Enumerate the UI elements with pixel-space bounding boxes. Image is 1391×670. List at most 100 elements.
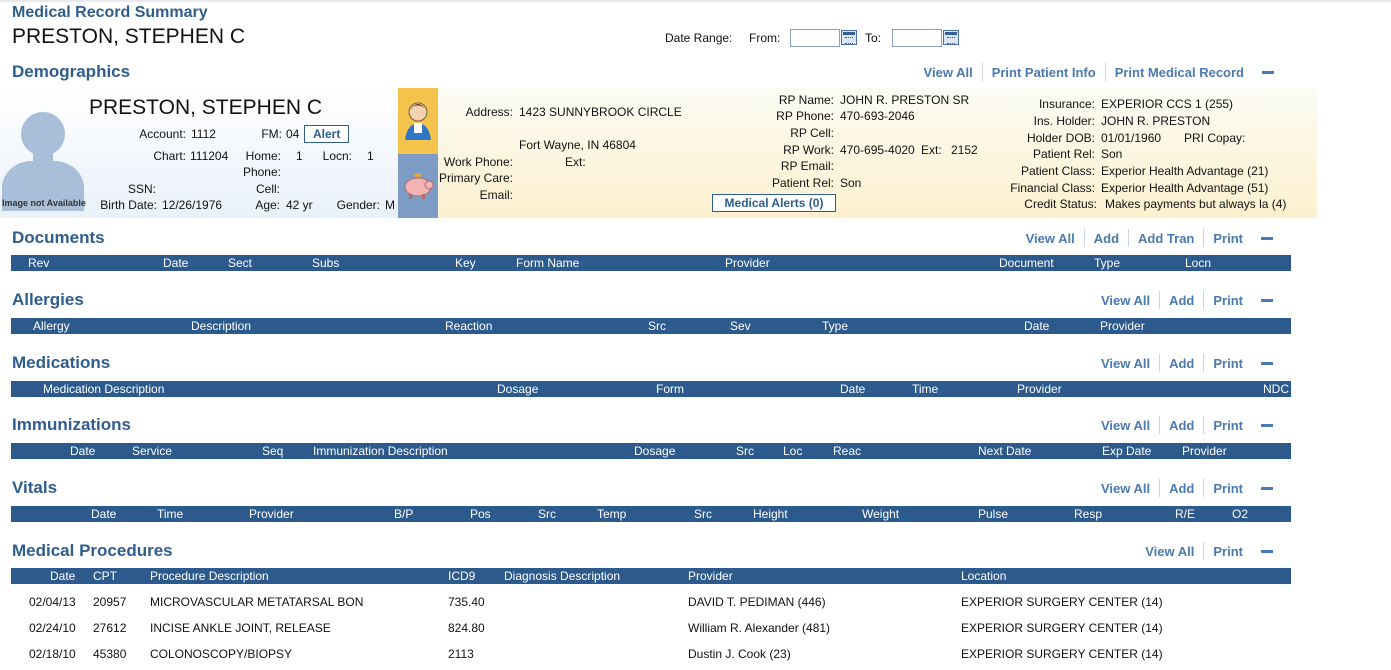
column-header[interactable]: Sect bbox=[228, 256, 252, 270]
column-header[interactable]: Date bbox=[50, 569, 75, 583]
column-header[interactable]: Exp Date bbox=[1102, 444, 1151, 458]
demographics-view-all-link[interactable]: View All bbox=[915, 65, 982, 80]
column-header[interactable]: Rev bbox=[28, 256, 49, 270]
column-header[interactable]: Date bbox=[840, 382, 865, 396]
column-header[interactable]: Src bbox=[736, 444, 754, 458]
column-header[interactable]: Key bbox=[455, 256, 476, 270]
column-header[interactable]: Form Name bbox=[516, 256, 579, 270]
column-header[interactable]: Pos bbox=[470, 507, 491, 521]
print-medical-record-link[interactable]: Print Medical Record bbox=[1106, 65, 1253, 80]
column-header[interactable]: Document bbox=[999, 256, 1054, 270]
collapse-icon[interactable] bbox=[1261, 236, 1273, 240]
column-header[interactable]: Temp bbox=[597, 507, 626, 521]
allergies-print-link[interactable]: Print bbox=[1204, 293, 1252, 308]
column-header[interactable]: Procedure Description bbox=[150, 569, 269, 583]
column-header[interactable]: Src bbox=[648, 319, 666, 333]
column-header[interactable]: NDC bbox=[1263, 382, 1289, 396]
column-header[interactable]: Loc bbox=[783, 444, 802, 458]
column-header[interactable]: Location bbox=[961, 569, 1006, 583]
column-header[interactable]: Service bbox=[132, 444, 172, 458]
column-header[interactable]: Time bbox=[157, 507, 183, 521]
allergies-add-link[interactable]: Add bbox=[1160, 293, 1203, 308]
immunizations-add-link[interactable]: Add bbox=[1160, 418, 1203, 433]
column-header[interactable]: Date bbox=[1024, 319, 1049, 333]
section-title-allergies: Allergies bbox=[12, 290, 84, 309]
column-header[interactable]: Next Date bbox=[978, 444, 1031, 458]
column-header[interactable]: Date bbox=[91, 507, 116, 521]
column-header[interactable]: CPT bbox=[93, 569, 117, 583]
calendar-icon[interactable] bbox=[943, 30, 959, 45]
alert-button[interactable]: Alert bbox=[304, 125, 350, 143]
column-header[interactable]: Weight bbox=[862, 507, 899, 521]
column-header[interactable]: Provider bbox=[688, 569, 733, 583]
column-header[interactable]: Provider bbox=[1182, 444, 1227, 458]
column-header[interactable]: O2 bbox=[1232, 507, 1248, 521]
documents-add-link[interactable]: Add bbox=[1085, 231, 1128, 246]
collapse-icon[interactable] bbox=[1261, 486, 1273, 490]
column-header[interactable]: Provider bbox=[725, 256, 770, 270]
column-header[interactable]: Medication Description bbox=[43, 382, 164, 396]
collapse-icon[interactable] bbox=[1261, 298, 1273, 302]
column-header[interactable]: Reaction bbox=[445, 319, 492, 333]
column-header[interactable]: Description bbox=[191, 319, 251, 333]
column-header[interactable]: Allergy bbox=[33, 319, 70, 333]
date-to-input[interactable] bbox=[892, 29, 942, 47]
column-header[interactable]: Provider bbox=[1100, 319, 1145, 333]
procedures-print-link[interactable]: Print bbox=[1204, 544, 1252, 559]
print-patient-info-link[interactable]: Print Patient Info bbox=[983, 65, 1105, 80]
allergies-view-all-link[interactable]: View All bbox=[1092, 293, 1159, 308]
column-header[interactable]: Date bbox=[163, 256, 188, 270]
column-header[interactable]: B/P bbox=[394, 507, 413, 521]
table-row[interactable]: 02/04/13 20957 MICROVASCULAR METATARSAL … bbox=[0, 595, 1300, 613]
collapse-icon[interactable] bbox=[1261, 549, 1273, 553]
column-header[interactable]: Src bbox=[538, 507, 556, 521]
documents-print-link[interactable]: Print bbox=[1204, 231, 1252, 246]
procedure-provider: Dustin J. Cook (23) bbox=[688, 647, 791, 661]
vitals-view-all-link[interactable]: View All bbox=[1092, 481, 1159, 496]
collapse-icon[interactable] bbox=[1262, 70, 1274, 74]
date-from-input[interactable] bbox=[790, 29, 840, 47]
procedures-view-all-link[interactable]: View All bbox=[1136, 544, 1203, 559]
documents-view-all-link[interactable]: View All bbox=[1017, 231, 1084, 246]
documents-add-tran-link[interactable]: Add Tran bbox=[1129, 231, 1203, 246]
column-header[interactable]: Height bbox=[753, 507, 788, 521]
table-row[interactable]: 02/24/10 27612 INCISE ANKLE JOINT, RELEA… bbox=[0, 621, 1300, 639]
column-header[interactable]: Time bbox=[912, 382, 938, 396]
vitals-print-link[interactable]: Print bbox=[1204, 481, 1252, 496]
column-header[interactable]: Form bbox=[656, 382, 684, 396]
column-header[interactable]: Subs bbox=[312, 256, 339, 270]
medications-add-link[interactable]: Add bbox=[1160, 356, 1203, 371]
birth-date-value: 12/26/1976 bbox=[162, 198, 223, 212]
column-header[interactable]: Seq bbox=[262, 444, 283, 458]
column-header[interactable]: Type bbox=[1094, 256, 1120, 270]
column-header[interactable]: Dosage bbox=[634, 444, 675, 458]
procedure-cpt: 27612 bbox=[93, 621, 127, 635]
medications-view-all-link[interactable]: View All bbox=[1092, 356, 1159, 371]
immunizations-print-link[interactable]: Print bbox=[1204, 418, 1252, 433]
vitals-add-link[interactable]: Add bbox=[1160, 481, 1203, 496]
column-header[interactable]: Pulse bbox=[978, 507, 1008, 521]
column-header[interactable]: Date bbox=[70, 444, 95, 458]
column-header[interactable]: Reac bbox=[833, 444, 861, 458]
table-row[interactable]: 02/18/10 45380 COLONOSCOPY/BIOPSY 2113 D… bbox=[0, 647, 1300, 665]
column-header[interactable]: ICD9 bbox=[448, 569, 475, 583]
column-header[interactable]: Diagnosis Description bbox=[504, 569, 620, 583]
column-header[interactable]: R/E bbox=[1175, 507, 1195, 521]
column-header[interactable]: Resp bbox=[1074, 507, 1102, 521]
column-header[interactable]: Provider bbox=[249, 507, 294, 521]
age-label: Age: bbox=[255, 198, 280, 212]
patient-info-tab[interactable] bbox=[398, 88, 438, 154]
column-header[interactable]: Dosage bbox=[497, 382, 538, 396]
collapse-icon[interactable] bbox=[1261, 361, 1273, 365]
collapse-icon[interactable] bbox=[1261, 423, 1273, 427]
column-header[interactable]: Sev bbox=[730, 319, 751, 333]
column-header[interactable]: Src bbox=[694, 507, 712, 521]
column-header[interactable]: Immunization Description bbox=[313, 444, 448, 458]
medications-print-link[interactable]: Print bbox=[1204, 356, 1252, 371]
column-header[interactable]: Provider bbox=[1017, 382, 1062, 396]
immunizations-view-all-link[interactable]: View All bbox=[1092, 418, 1159, 433]
calendar-icon[interactable] bbox=[841, 30, 857, 45]
medical-alerts-button[interactable]: Medical Alerts (0) bbox=[712, 194, 836, 212]
column-header[interactable]: Locn bbox=[1185, 256, 1211, 270]
column-header[interactable]: Type bbox=[822, 319, 848, 333]
